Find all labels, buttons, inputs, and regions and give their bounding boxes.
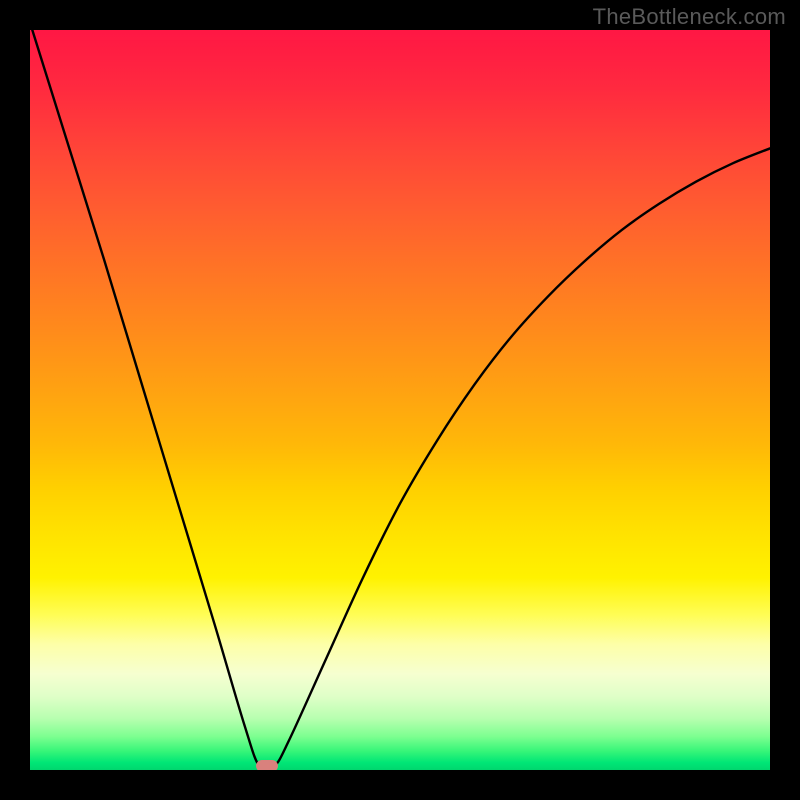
chart-curve (30, 30, 770, 770)
watermark-label: TheBottleneck.com (593, 4, 786, 30)
plot-area (30, 30, 770, 770)
optimal-marker (256, 760, 278, 770)
